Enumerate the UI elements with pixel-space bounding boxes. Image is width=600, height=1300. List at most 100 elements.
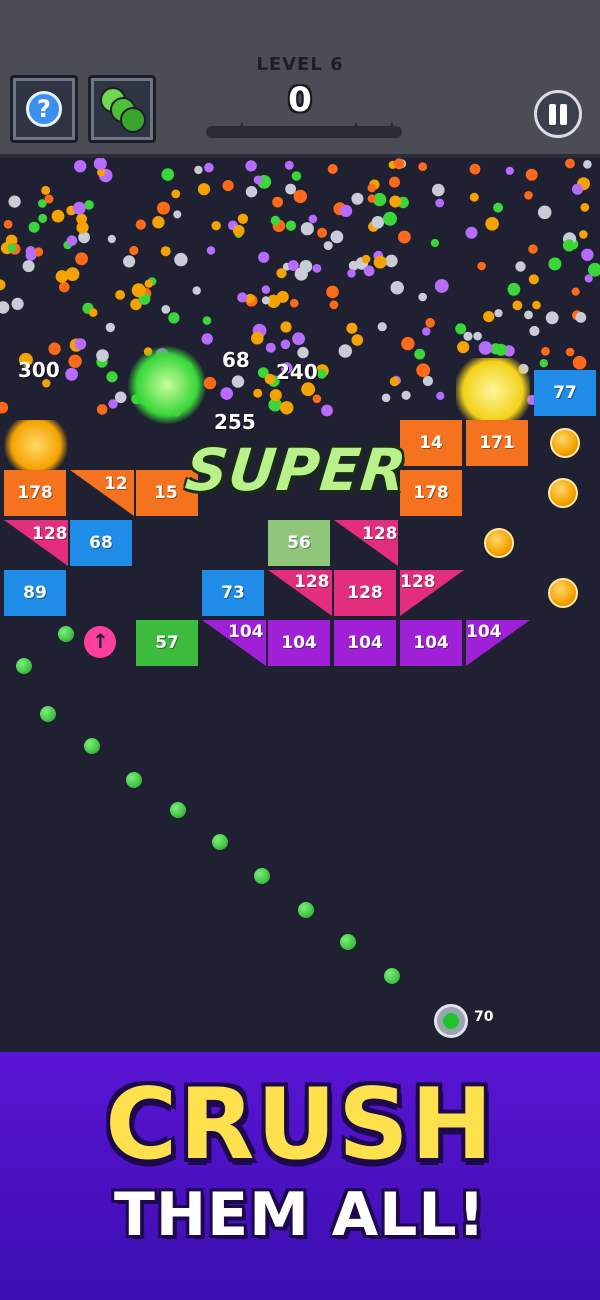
particle bbox=[299, 260, 313, 273]
particle bbox=[485, 217, 499, 231]
particle bbox=[583, 160, 592, 169]
particle bbox=[237, 292, 248, 303]
particle bbox=[292, 332, 305, 346]
particle bbox=[389, 176, 400, 188]
particle bbox=[276, 268, 287, 279]
particle bbox=[545, 311, 559, 325]
particle bbox=[351, 192, 364, 205]
particle bbox=[312, 394, 322, 404]
particle bbox=[346, 322, 358, 334]
particle bbox=[455, 323, 467, 335]
pause-icon bbox=[560, 104, 567, 125]
aim-dot bbox=[40, 706, 56, 722]
particle bbox=[548, 257, 562, 271]
particle bbox=[401, 336, 415, 351]
triangle-brick: 104 bbox=[466, 620, 530, 666]
particle bbox=[22, 260, 35, 273]
particle bbox=[528, 274, 539, 285]
particle bbox=[280, 339, 291, 350]
particle bbox=[494, 309, 503, 318]
top-hud: ? LEVEL 6 0 ★ ★ ★ bbox=[0, 0, 600, 158]
particle bbox=[351, 334, 364, 346]
particle bbox=[524, 310, 533, 320]
particle bbox=[329, 300, 339, 310]
particle bbox=[59, 281, 70, 293]
help-button[interactable]: ? bbox=[10, 75, 78, 143]
star-icon: ★ bbox=[382, 118, 402, 143]
particle bbox=[477, 261, 486, 271]
play-field[interactable]: 300 68 240 255 178 12 15 178 14 171 77 1… bbox=[0, 158, 600, 1052]
particle bbox=[505, 166, 514, 175]
particle bbox=[465, 226, 478, 239]
particle bbox=[572, 183, 583, 195]
coin-gem bbox=[548, 578, 578, 608]
particle bbox=[469, 163, 481, 175]
particle bbox=[284, 160, 294, 170]
particle bbox=[75, 252, 88, 266]
particle bbox=[152, 216, 165, 229]
particle bbox=[237, 213, 249, 224]
triangle-brick: 128 bbox=[400, 570, 464, 616]
triangle-brick: 128 bbox=[268, 570, 332, 616]
particle bbox=[25, 246, 36, 256]
ball-count: 70 bbox=[474, 1009, 494, 1025]
brick: 56 bbox=[268, 520, 330, 566]
particle bbox=[422, 327, 431, 336]
particle bbox=[253, 175, 263, 185]
particle bbox=[317, 227, 328, 238]
star-icon: ★ bbox=[232, 118, 252, 143]
particle bbox=[264, 373, 276, 385]
particle bbox=[432, 183, 445, 197]
particle bbox=[580, 203, 590, 212]
particle bbox=[525, 168, 538, 181]
particle bbox=[507, 282, 521, 296]
particle bbox=[338, 344, 352, 358]
brick: 68 bbox=[70, 520, 132, 566]
particle bbox=[72, 201, 86, 215]
ball-skins-button[interactable] bbox=[88, 75, 156, 143]
score-popup: 255 bbox=[214, 410, 256, 434]
particle bbox=[469, 192, 479, 202]
particle bbox=[308, 214, 318, 224]
ball-launcher[interactable] bbox=[434, 1004, 468, 1038]
particle bbox=[321, 404, 333, 417]
particle bbox=[192, 286, 201, 295]
star-icon: ★ bbox=[346, 118, 366, 143]
particle bbox=[265, 342, 276, 353]
aim-dot bbox=[254, 868, 270, 884]
coin-gem bbox=[484, 528, 514, 558]
brick: 104 bbox=[268, 620, 330, 666]
particle bbox=[381, 393, 391, 403]
particle bbox=[261, 285, 271, 294]
particle bbox=[300, 222, 314, 236]
level-label: LEVEL 6 bbox=[256, 54, 344, 75]
particle bbox=[65, 367, 78, 381]
particle bbox=[584, 274, 593, 283]
aim-dot bbox=[298, 902, 314, 918]
particle bbox=[473, 331, 482, 341]
brick: 178 bbox=[400, 470, 462, 516]
particle bbox=[115, 290, 125, 300]
aim-dot bbox=[340, 934, 356, 950]
particle bbox=[436, 391, 445, 400]
brick: 128 bbox=[334, 570, 396, 616]
particle bbox=[0, 401, 9, 414]
arrow-up-icon: ↑ bbox=[92, 629, 109, 653]
brick-value: 104 bbox=[228, 622, 264, 642]
explosion-green bbox=[128, 346, 206, 424]
particle bbox=[272, 196, 283, 208]
particle bbox=[11, 297, 24, 310]
particle bbox=[422, 375, 433, 387]
particle bbox=[285, 220, 297, 231]
particle bbox=[361, 254, 371, 264]
particle bbox=[285, 183, 296, 195]
pause-button[interactable] bbox=[534, 90, 582, 138]
particle bbox=[390, 281, 404, 295]
particle bbox=[541, 346, 550, 356]
particle bbox=[93, 158, 107, 171]
particle bbox=[377, 322, 387, 332]
particle bbox=[457, 341, 470, 354]
particle bbox=[114, 391, 127, 404]
brick-value: 12 bbox=[104, 474, 128, 494]
particle bbox=[529, 325, 540, 337]
